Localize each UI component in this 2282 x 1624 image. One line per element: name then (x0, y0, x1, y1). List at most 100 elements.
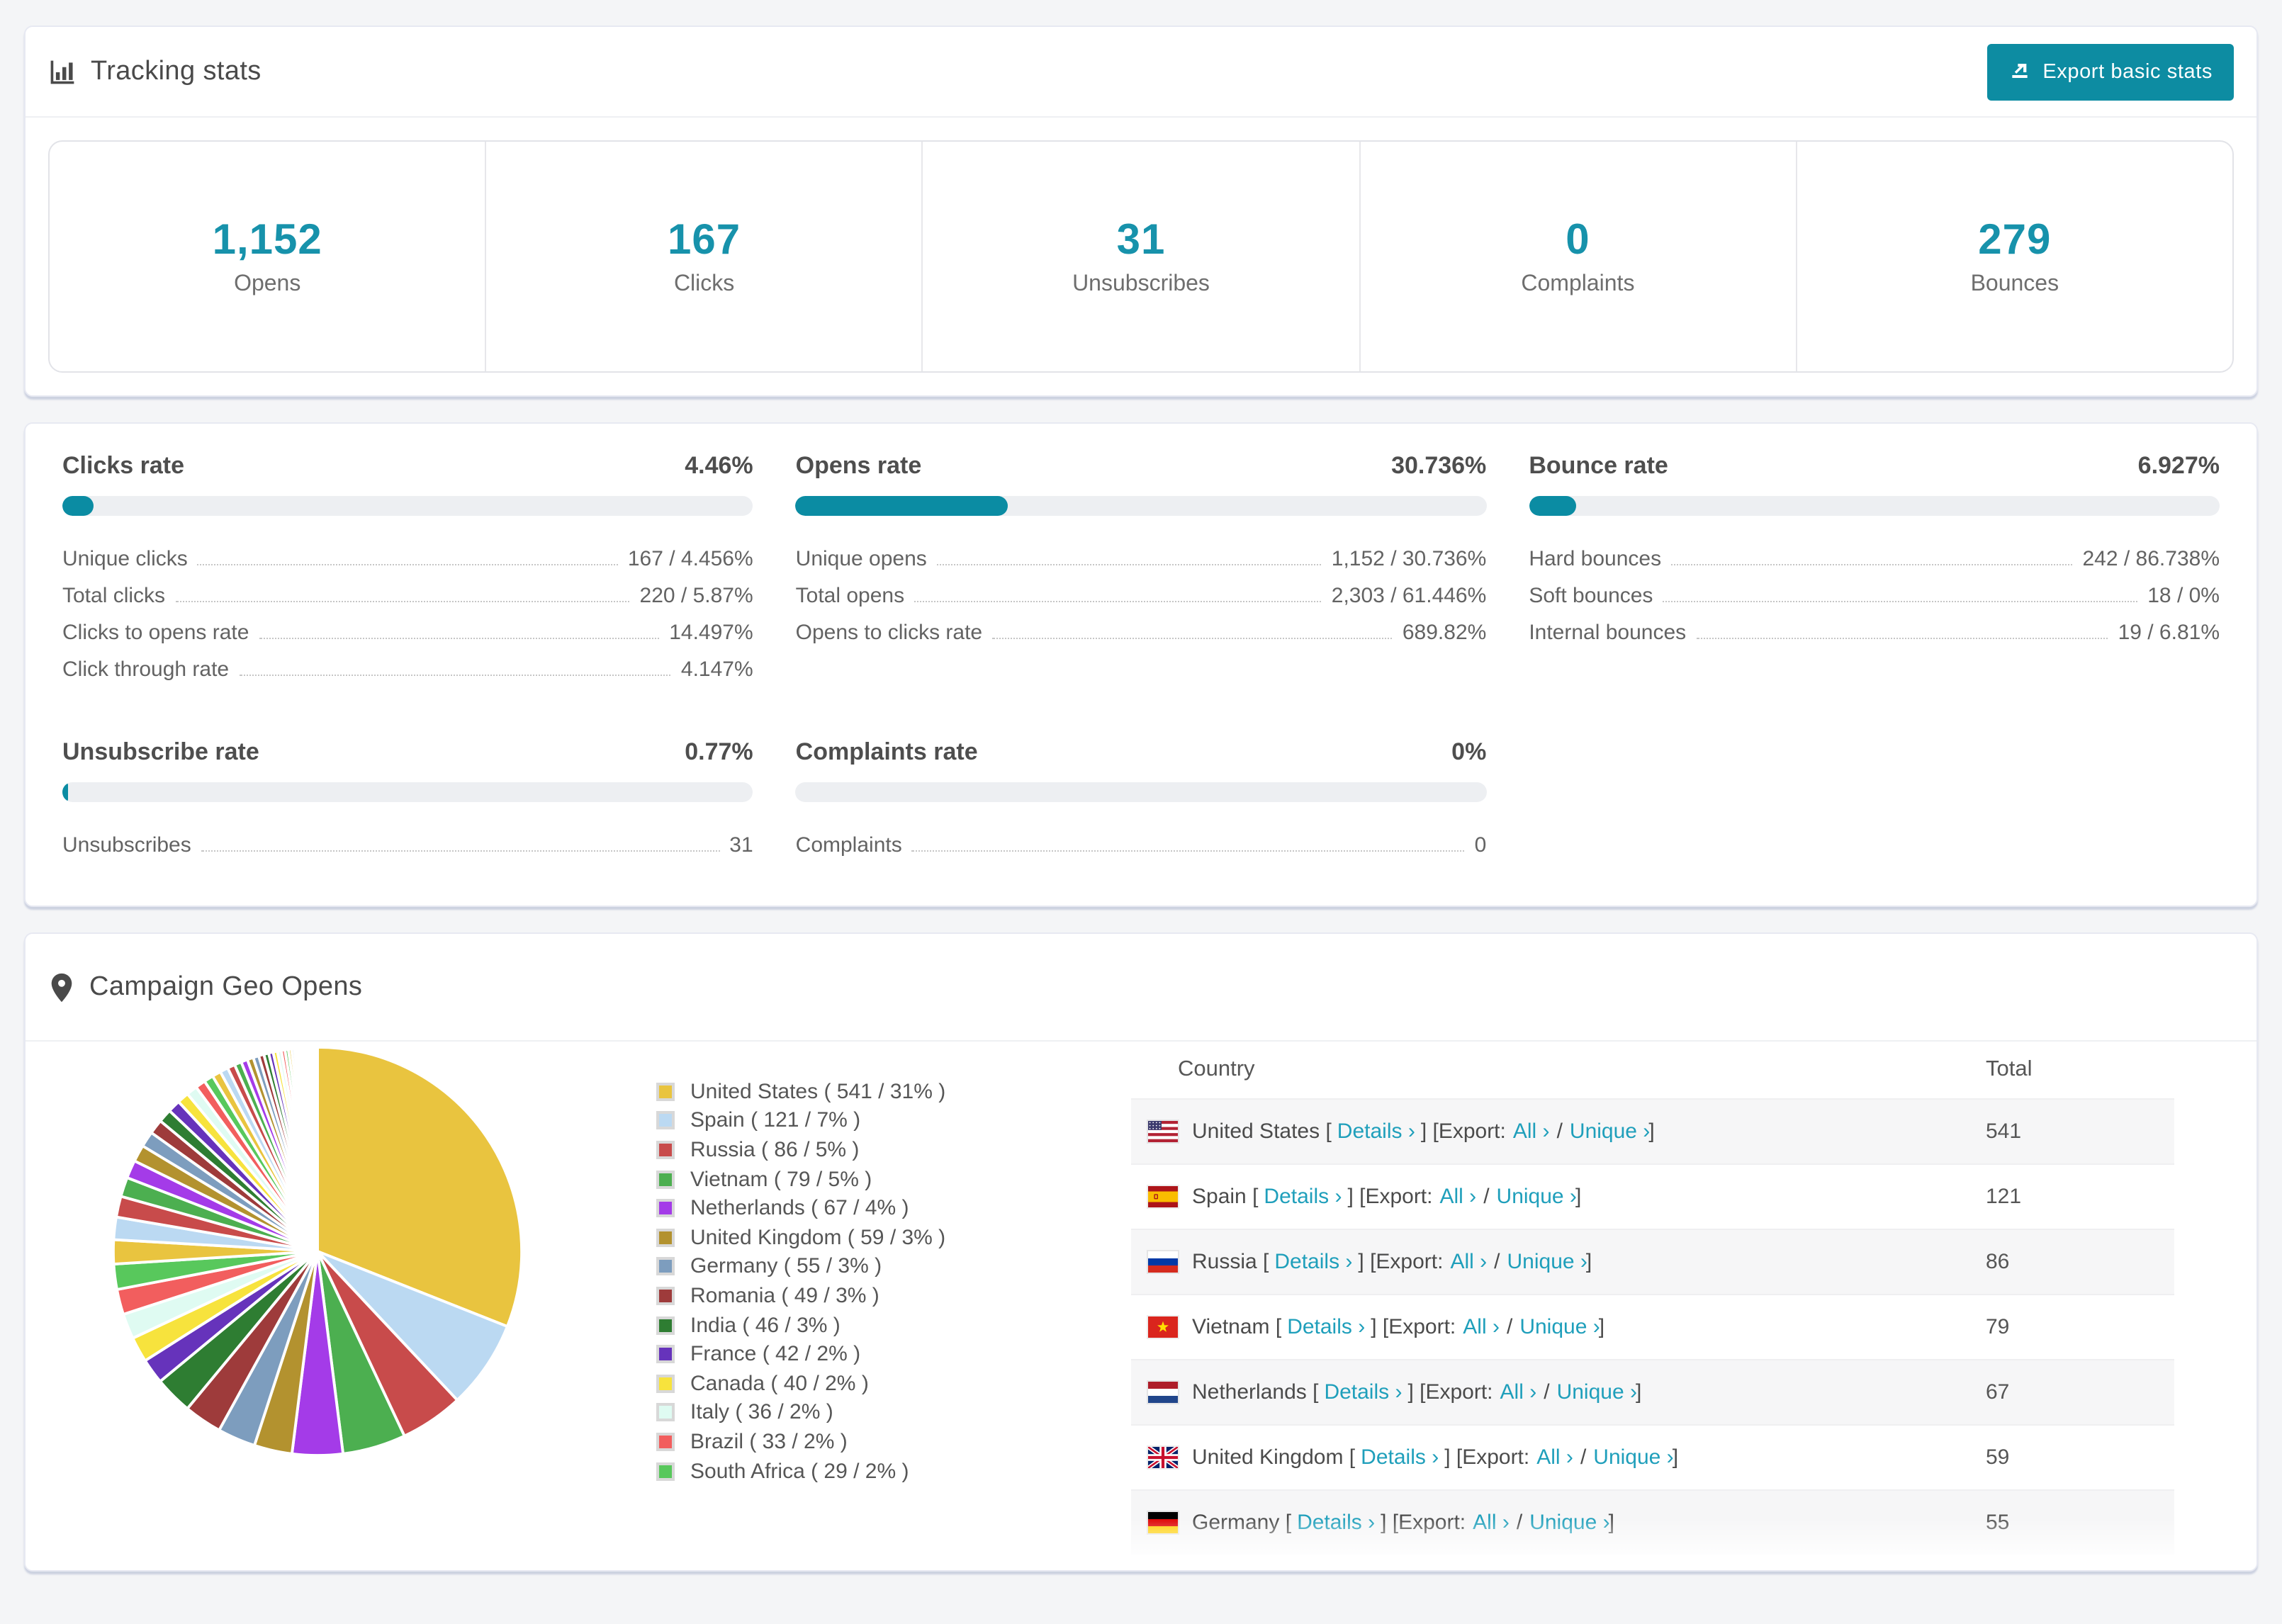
rate-detail-row: Click through rate 4.147% (62, 650, 753, 687)
rate-title: Unsubscribe rate (62, 738, 259, 765)
export-all-link[interactable]: All › (1450, 1250, 1487, 1274)
geo-opens-card: Campaign Geo Opens United States ( 541 /… (24, 932, 2258, 1572)
rate-detail-value: 0 (1474, 833, 1487, 857)
pie-legend: United States ( 541 / 31% ) Spain ( 121 /… (656, 1077, 945, 1486)
legend-item-romania[interactable]: Romania ( 49 / 3% ) (656, 1281, 945, 1310)
geo-table-row-vietnam: Vietnam [Details ›] [Export: All › / Unique… (1131, 1294, 2174, 1359)
dotted-leader (936, 563, 1322, 565)
rate-title: Bounce rate (1529, 452, 1668, 479)
progress-bar (62, 782, 753, 802)
rate-detail-label: Unsubscribes (62, 833, 191, 857)
card-title-text: Campaign Geo Opens (89, 971, 363, 1001)
country-name: Netherlands [ (1192, 1380, 1319, 1404)
rate-detail-label: Opens to clicks rate (795, 620, 983, 644)
geo-table-row-germany: Germany [Details ›] [Export: All › / Unique… (1131, 1489, 2174, 1555)
legend-item-canada[interactable]: Canada ( 40 / 2% ) (656, 1369, 945, 1398)
export-unique-link[interactable]: Unique › (1570, 1120, 1650, 1144)
legend-item-germany[interactable]: Germany ( 55 / 3% ) (656, 1252, 945, 1281)
pie-slice-other-55[interactable] (315, 1045, 319, 1253)
export-text: ] [Export: (1371, 1315, 1456, 1339)
legend-label: Romania ( 49 / 3% ) (690, 1283, 879, 1308)
geo-table-row-united-states: United States [Details ›] [Export: All › /… (1131, 1098, 2174, 1163)
details-link[interactable]: Details › (1324, 1380, 1402, 1404)
details-link[interactable]: Details › (1264, 1185, 1342, 1209)
legend-item-india[interactable]: India ( 46 / 3% ) (656, 1311, 945, 1340)
legend-item-south-africa[interactable]: South Africa ( 29 / 2% ) (656, 1456, 945, 1485)
details-link[interactable]: Details › (1287, 1315, 1365, 1339)
legend-swatch (656, 1082, 675, 1101)
export-text: ] [Export: (1358, 1250, 1444, 1274)
legend-item-united-states[interactable]: United States ( 541 / 31% ) (656, 1077, 945, 1106)
details-link[interactable]: Details › (1361, 1445, 1439, 1470)
legend-swatch (656, 1170, 675, 1189)
export-unique-link[interactable]: Unique › (1519, 1315, 1600, 1339)
rate-detail-row: Total clicks 220 / 5.87% (62, 577, 753, 614)
slash-text: / (1516, 1511, 1523, 1535)
export-unique-link[interactable]: Unique › (1507, 1250, 1587, 1274)
stat-label: Complaints (1521, 271, 1635, 295)
legend-item-spain[interactable]: Spain ( 121 / 7% ) (656, 1106, 945, 1135)
progress-fill (62, 782, 68, 802)
legend-item-italy[interactable]: Italy ( 36 / 2% ) (656, 1398, 945, 1427)
stat-label: Clicks (673, 271, 735, 295)
export-unique-link[interactable]: Unique › (1529, 1511, 1609, 1535)
rate-detail-row: Hard bounces 242 / 86.738% (1529, 540, 2220, 577)
export-text: ] [Export: (1381, 1511, 1466, 1535)
slash-text: / (1580, 1445, 1587, 1470)
export-all-link[interactable]: All › (1500, 1380, 1537, 1404)
rate-detail-row: Unique opens 1,152 / 30.736% (796, 540, 1487, 577)
legend-label: Netherlands ( 67 / 4% ) (690, 1196, 909, 1221)
rates-card: Clicks rate 4.46% Unique clicks 167 / 4.456… (24, 422, 2258, 907)
progress-fill (795, 496, 1008, 516)
rate-detail-value: 1,152 / 30.736% (1331, 546, 1487, 570)
legend-item-brazil[interactable]: Brazil ( 33 / 2% ) (656, 1427, 945, 1456)
export-all-link[interactable]: All › (1536, 1445, 1573, 1470)
stat-value: 31 (1116, 216, 1166, 263)
details-link[interactable]: Details › (1297, 1511, 1375, 1535)
total-value: 59 (1986, 1445, 2010, 1470)
legend-swatch (656, 1432, 675, 1451)
rate-detail-row: Internal bounces 19 / 6.81% (1529, 614, 2220, 650)
legend-item-vietnam[interactable]: Vietnam ( 79 / 5% ) (656, 1165, 945, 1194)
rate-detail-row: Unique clicks 167 / 4.456% (62, 540, 753, 577)
stat-value: 0 (1566, 216, 1590, 263)
bracket-text: ] (1672, 1445, 1679, 1470)
country-column-header: Country (1178, 1057, 1255, 1081)
tracking-stats-title: Tracking stats (48, 56, 262, 87)
stat-opens: 1,152 Opens (50, 142, 485, 371)
export-all-link[interactable]: All › (1513, 1120, 1550, 1144)
total-value: 67 (1986, 1380, 2010, 1404)
geo-table-header: Country Total (1131, 1042, 2174, 1098)
header-divider (26, 116, 2256, 118)
export-basic-stats-button[interactable]: Export basic stats (1987, 43, 2234, 100)
stat-value: 1,152 (212, 216, 322, 263)
rate-detail-row: Total opens 2,303 / 61.446% (796, 577, 1487, 614)
rate-detail-label: Total clicks (62, 583, 166, 607)
stat-complaints: 0 Complaints (1359, 142, 1795, 371)
export-unique-link[interactable]: Unique › (1557, 1380, 1637, 1404)
export-unique-link[interactable]: Unique › (1593, 1445, 1673, 1470)
rate-detail-label: Unique opens (795, 546, 927, 570)
export-all-link[interactable]: All › (1473, 1511, 1510, 1535)
export-unique-link[interactable]: Unique › (1497, 1185, 1577, 1209)
geo-opens-pie-chart[interactable] (111, 1044, 524, 1458)
geo-table-body: United States [Details ›] [Export: All › /… (1131, 1098, 2174, 1555)
legend-item-united-kingdom[interactable]: United Kingdom ( 59 / 3% ) (656, 1223, 945, 1252)
dotted-leader (239, 674, 671, 675)
rate-value: 0.77% (685, 738, 753, 765)
export-all-link[interactable]: All › (1440, 1185, 1477, 1209)
rate-detail-value: 2,303 / 61.446% (1331, 583, 1487, 607)
details-link[interactable]: Details › (1274, 1250, 1352, 1274)
rate-section-opens-rate: Opens rate 30.736% Unique opens 1,152 / 30.… (795, 452, 1487, 687)
rate-detail-label: Clicks to opens rate (62, 620, 249, 644)
export-all-link[interactable]: All › (1463, 1315, 1500, 1339)
details-link[interactable]: Details › (1337, 1120, 1415, 1144)
dotted-leader (914, 600, 1322, 602)
legend-item-netherlands[interactable]: Netherlands ( 67 / 4% ) (656, 1194, 945, 1223)
geo-table-row-netherlands: Netherlands [Details ›] [Export: All › / Un… (1131, 1359, 2174, 1424)
legend-swatch (656, 1403, 675, 1422)
legend-item-france[interactable]: France ( 42 / 2% ) (656, 1340, 945, 1369)
legend-item-russia[interactable]: Russia ( 86 / 5% ) (656, 1135, 945, 1164)
bracket-text: ] (1648, 1120, 1655, 1144)
legend-label: Canada ( 40 / 2% ) (690, 1371, 869, 1396)
